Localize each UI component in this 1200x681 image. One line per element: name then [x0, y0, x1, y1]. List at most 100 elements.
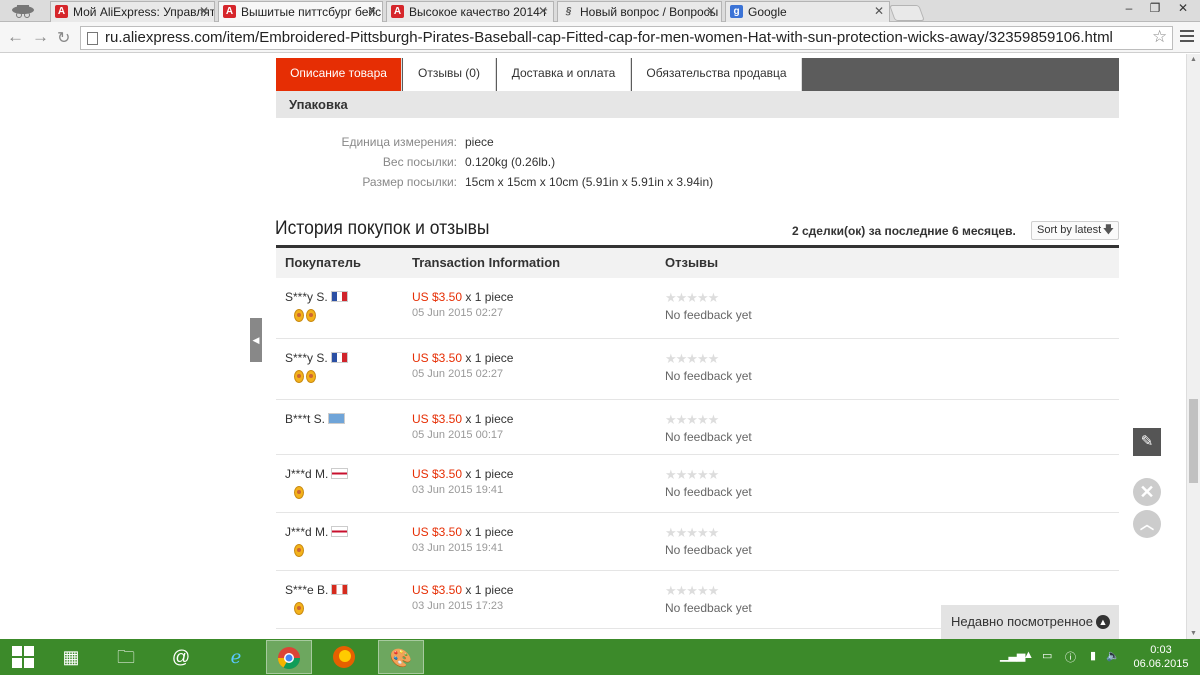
feedback-text: No feedback yet — [665, 485, 752, 499]
chevron-up-icon[interactable]: ▲ — [1096, 615, 1110, 629]
transaction-price: US $3.50 x 1 piece — [412, 525, 514, 539]
sort-dropdown[interactable]: Sort by latest 🡇 — [1031, 221, 1119, 240]
new-tab-button[interactable] — [889, 5, 925, 21]
medal-icon — [306, 370, 316, 383]
info-icon[interactable]: ⓘ — [1065, 649, 1076, 665]
clock-date: 06.06.2015 — [1133, 658, 1189, 670]
store-icon[interactable]: ▦ — [48, 640, 94, 674]
feedback-text: No feedback yet — [665, 369, 752, 383]
transaction-date: 03 Jun 2015 19:41 — [412, 484, 504, 496]
table-row: S***y S. US $3.50 x 1 piece 05 Jun 2015 … — [276, 278, 1119, 339]
file-explorer-icon[interactable]: 🗀 — [103, 640, 149, 674]
rating-stars: ★★★★★ — [665, 583, 719, 598]
medal-icon — [294, 370, 304, 383]
history-title: История покупок и отзывы — [275, 218, 490, 239]
table-row: J***d M. US $3.50 x 1 piece 03 Jun 2015 … — [276, 455, 1119, 513]
google-icon: g — [730, 5, 743, 18]
france-flag-icon — [330, 352, 348, 363]
rating-stars: ★★★★★ — [665, 525, 719, 540]
weight-label: Вес посылки: — [382, 155, 457, 169]
medal-icon — [294, 309, 304, 322]
back-arrow-icon[interactable]: ← — [7, 27, 24, 47]
tab-high-quality[interactable]: A Высокое качество 2014 г ✕ — [386, 1, 554, 22]
paint-icon[interactable]: 🎨 — [378, 640, 424, 674]
buyer-medals — [294, 309, 318, 325]
transaction-price: US $3.50 x 1 piece — [412, 351, 514, 365]
rating-stars: ★★★★★ — [665, 351, 719, 366]
close-tab-icon[interactable]: ✕ — [706, 4, 716, 18]
buyer-name: S***y S. — [285, 351, 348, 365]
tab-my-aliexpress[interactable]: A Мой AliExpress: Управлят ✕ — [50, 1, 215, 22]
address-toolbar: ← → ↻ ru.aliexpress.com/item/Embroidered… — [0, 22, 1200, 53]
tab-new-question[interactable]: § Новый вопрос / Вопросы ✕ — [557, 1, 722, 22]
recently-viewed-bar[interactable]: Недавно посмотренное ▲ — [941, 605, 1119, 639]
chrome-icon[interactable] — [266, 640, 312, 674]
close-tab-icon[interactable]: ✕ — [538, 4, 548, 18]
aliexpress-icon: A — [391, 5, 404, 18]
incognito-icon — [8, 3, 38, 19]
system-clock[interactable]: 0:03 06.06.2015 — [1126, 643, 1196, 671]
pencil-icon[interactable]: ✎ — [1133, 428, 1161, 456]
maximize-button[interactable]: ❐ — [1142, 0, 1168, 18]
buyer-medals — [294, 486, 306, 502]
uk-flag-icon — [331, 468, 349, 479]
close-tab-icon[interactable]: ✕ — [367, 4, 377, 18]
minimize-button[interactable]: ‒ — [1116, 0, 1142, 18]
medal-icon — [294, 602, 304, 615]
arrow-up-tray-icon[interactable]: ▲ — [1023, 649, 1034, 661]
scroll-down-arrow-icon[interactable]: ▼ — [1190, 630, 1197, 637]
internet-explorer-icon[interactable]: ℯ — [213, 640, 259, 674]
tab-embroidered-cap[interactable]: A Вышитые питтсбург бейс ✕ — [218, 1, 383, 22]
network-signal-icon[interactable]: ▁▃▅ — [1000, 649, 1025, 662]
bookmark-star-icon[interactable]: ☆ — [1152, 27, 1167, 47]
close-window-button[interactable]: ✕ — [1170, 0, 1196, 18]
deal-count: 2 сделки(ок) за последние 6 месяцев. — [792, 224, 1016, 238]
page-content: Описание товара Отзывы (0) Доставка и оп… — [0, 54, 1186, 639]
chrome-menu-icon[interactable] — [1180, 27, 1194, 45]
france-flag-icon — [330, 291, 348, 302]
reload-icon[interactable]: ↻ — [57, 28, 70, 48]
feedback-text: No feedback yet — [665, 601, 752, 615]
scrollbar-thumb[interactable] — [1189, 399, 1198, 483]
tab-google[interactable]: g Google ✕ — [725, 1, 890, 22]
monitor-icon[interactable]: ▭ — [1042, 649, 1052, 662]
tab-product-description[interactable]: Описание товара — [276, 58, 402, 91]
product-detail-tabs: Описание товара Отзывы (0) Доставка и оп… — [276, 58, 1119, 91]
tab-seller-guarantees[interactable]: Обязательства продавца — [632, 58, 802, 91]
unit-label: Единица измерения: — [341, 135, 457, 149]
firefox-icon[interactable] — [321, 640, 367, 674]
url-input[interactable]: ru.aliexpress.com/item/Embroidered-Pitts… — [80, 26, 1173, 50]
unit-value: piece — [465, 135, 494, 149]
transaction-date: 05 Jun 2015 00:17 — [412, 429, 504, 441]
buyer-medals — [294, 544, 306, 560]
packaging-heading: Упаковка — [276, 91, 1119, 118]
email-at-icon[interactable]: @ — [158, 640, 204, 674]
col-transaction: Transaction Information — [412, 255, 561, 270]
close-tab-icon[interactable]: ✕ — [874, 4, 884, 18]
scroll-top-icon[interactable]: ︿ — [1133, 510, 1161, 538]
transaction-date: 03 Jun 2015 19:41 — [412, 542, 504, 554]
collapse-sidebar-button[interactable]: ◀ — [250, 318, 262, 362]
volume-icon[interactable]: 🔈 — [1106, 649, 1120, 662]
weight-value: 0.120kg (0.26lb.) — [465, 155, 556, 169]
forward-arrow-icon[interactable]: → — [32, 27, 49, 47]
medal-icon — [306, 309, 316, 322]
size-value: 15cm x 15cm x 10cm (5.91in x 5.91in x 3.… — [465, 175, 714, 189]
aliexpress-icon: A — [55, 5, 68, 18]
battery-icon[interactable]: ▮ — [1090, 649, 1096, 662]
scroll-up-arrow-icon[interactable]: ▲ — [1190, 56, 1197, 63]
tab-shipping-payment[interactable]: Доставка и оплата — [497, 58, 631, 91]
close-tab-icon[interactable]: ✕ — [199, 4, 209, 18]
question-icon: § — [565, 6, 572, 17]
close-icon[interactable]: ✕ — [1133, 478, 1161, 506]
feedback-text: No feedback yet — [665, 543, 752, 557]
windows-taskbar: ▦ 🗀 @ ℯ 🎨 ▁▃▅ ▲ ▭ ⓘ ▮ 🔈 0:03 06.06.2015 — [0, 639, 1200, 675]
buyer-medals — [294, 602, 306, 618]
tab-reviews[interactable]: Отзывы (0) — [403, 58, 496, 91]
page-scrollbar[interactable]: ▲ ▼ — [1186, 54, 1200, 639]
windows-start-icon[interactable] — [0, 640, 46, 674]
transaction-date: 05 Jun 2015 02:27 — [412, 368, 504, 380]
transaction-price: US $3.50 x 1 piece — [412, 290, 514, 304]
buyer-name: S***y S. — [285, 290, 348, 304]
table-header: Покупатель Transaction Information Отзыв… — [276, 248, 1119, 278]
